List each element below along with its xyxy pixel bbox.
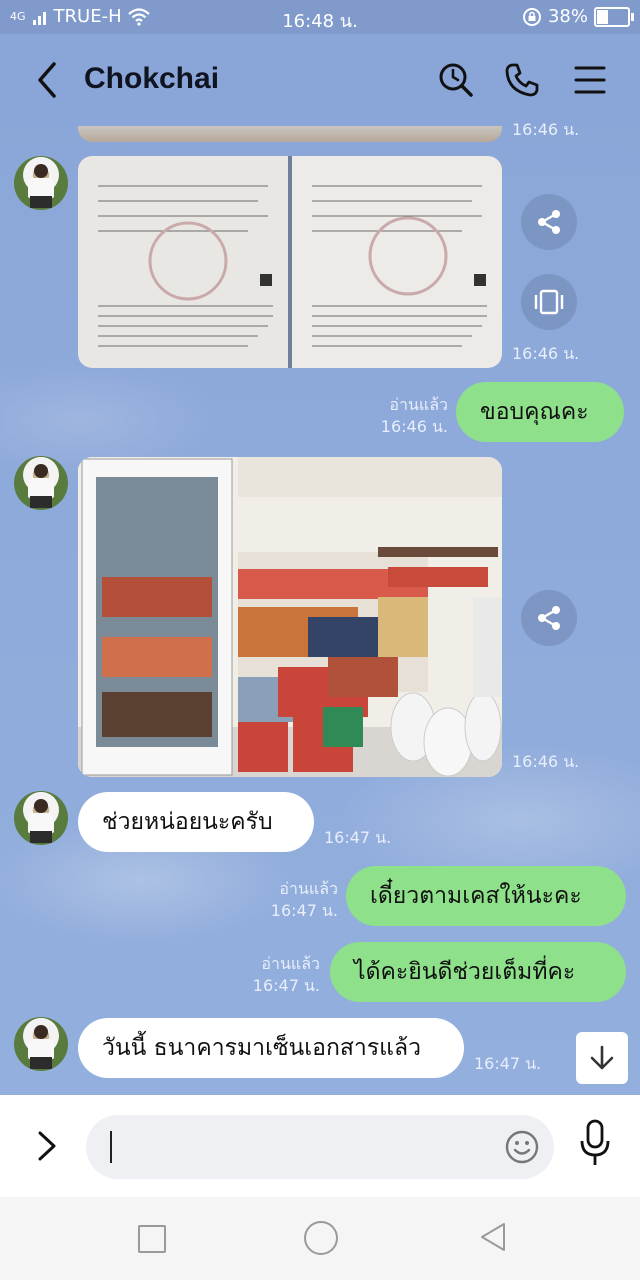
shop-photo[interactable] [78,457,502,777]
back-icon[interactable] [30,56,64,104]
emoji-icon[interactable] [504,1129,540,1165]
phone-icon[interactable] [502,60,542,100]
read-label: อ่านแล้ว [389,395,448,414]
read-time: 16:47 น. [270,901,338,920]
arrow-down-icon [590,1045,614,1070]
incoming-message[interactable]: ช่วยหน่อยนะครับ [78,792,314,852]
message-input[interactable] [86,1115,554,1179]
microphone-icon[interactable] [578,1117,612,1171]
document-photo[interactable] [78,156,502,368]
back-nav-icon[interactable] [478,1221,508,1253]
document-image [78,156,502,368]
avatar[interactable] [14,1017,68,1071]
message-time: 16:46 น. [512,120,580,139]
outgoing-message[interactable]: เดี๋ยวตามเคสให้นะคะ [346,866,626,926]
menu-icon[interactable] [570,60,610,100]
message-time: 16:46 น. [512,344,580,363]
battery-percent: 38% [547,6,588,27]
share-icon [538,606,560,630]
share-button[interactable] [521,590,577,646]
message-time: 16:47 น. [474,1054,542,1073]
battery-icon [594,6,634,27]
chat-header: Chokchai [0,34,640,126]
share-icon [538,210,560,234]
avatar[interactable] [14,791,68,845]
chevron-right-icon[interactable] [32,1129,62,1163]
system-navigation-bar [0,1197,640,1280]
message-time: 16:47 น. [324,828,392,847]
message-time: 16:46 น. [512,752,580,771]
outgoing-message[interactable]: ได้คะยินดีช่วยเต็มที่คะ [330,942,626,1002]
shop-image [78,457,502,777]
previous-image[interactable] [78,126,502,142]
read-label: อ่านแล้ว [261,954,320,973]
avatar[interactable] [14,456,68,510]
share-button[interactable] [521,194,577,250]
outgoing-message[interactable]: ขอบคุณคะ [456,382,624,442]
chat-title[interactable]: Chokchai [84,62,219,96]
album-button[interactable] [521,274,577,330]
recent-apps-button[interactable] [138,1225,166,1253]
album-icon [534,289,564,315]
read-receipt: อ่านแล้ว 16:47 น. [262,878,338,922]
rotation-lock-icon [522,7,541,26]
incoming-message[interactable]: วันนี้ ธนาคารมาเซ็นเอกสารแล้ว [78,1018,464,1078]
read-label: อ่านแล้ว [279,879,338,898]
read-receipt: อ่านแล้ว 16:47 น. [244,953,320,997]
read-time: 16:46 น. [380,417,448,436]
text-caret [110,1131,112,1163]
status-bar: 4G TRUE-H 16:48 น. 38% [0,0,640,34]
scroll-down-button[interactable] [576,1032,628,1084]
read-receipt: อ่านแล้ว 16:46 น. [370,394,448,438]
read-time: 16:47 น. [252,976,320,995]
avatar[interactable] [14,156,68,210]
search-icon[interactable] [436,60,476,100]
home-button[interactable] [304,1221,338,1255]
message-input-bar [0,1095,640,1197]
